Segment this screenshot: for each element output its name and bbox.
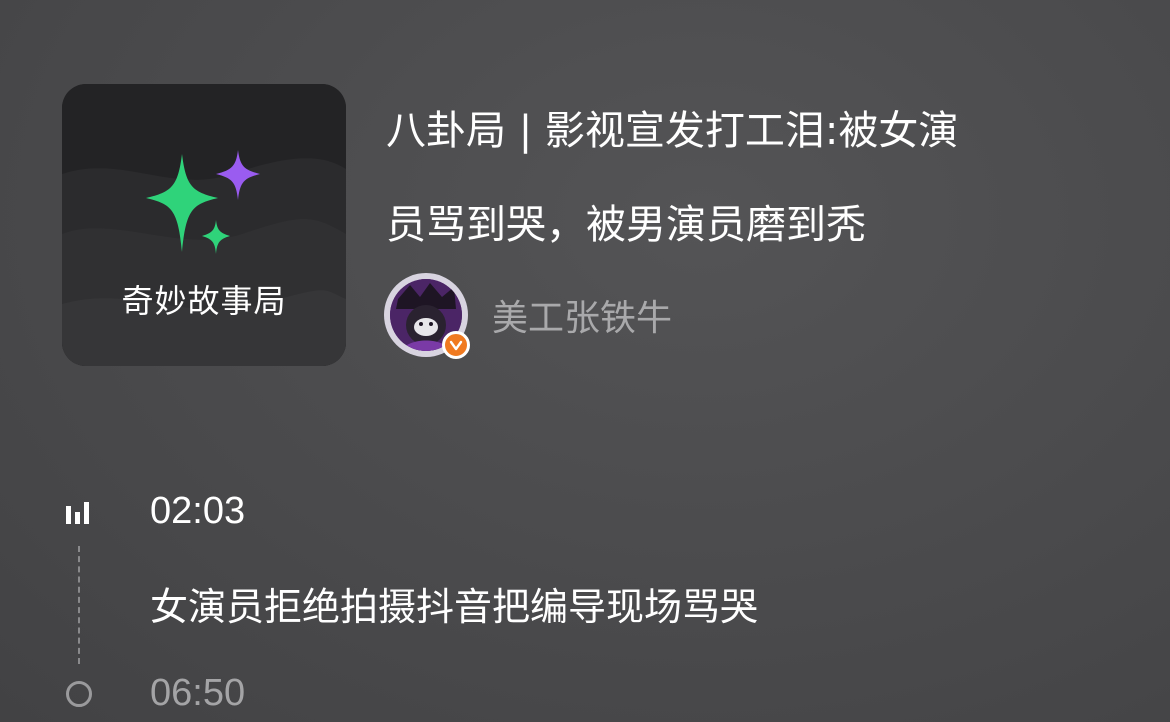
episode-title-line-1: 八卦局 | 影视宣发打工泪:被女演	[386, 108, 959, 154]
avatar[interactable]	[384, 273, 470, 359]
chapter-timestamp[interactable]: 02:03	[150, 490, 245, 533]
chapter-timestamp[interactable]: 06:50	[150, 672, 245, 715]
podcast-episode-card: 奇妙故事局 八卦局 | 影视宣发打工泪:被女演 员骂到哭，被男演员磨到秃 美工张…	[0, 0, 1170, 722]
author-row[interactable]: 美工张铁牛	[384, 272, 672, 359]
cover-title: 奇妙故事局	[121, 282, 287, 320]
episode-title-line-2: 员骂到哭，被男演员磨到秃	[386, 202, 866, 248]
timeline-connector	[78, 546, 80, 664]
circle-icon	[66, 681, 92, 707]
chapter-description[interactable]: 女演员拒绝拍摄抖音把编导现场骂哭	[150, 576, 758, 631]
audio-playing-bars-icon	[66, 502, 89, 524]
podcast-cover[interactable]: 奇妙故事局	[62, 84, 346, 366]
author-name[interactable]: 美工张铁牛	[492, 289, 672, 341]
episode-title: 八卦局 | 影视宣发打工泪:被女演 员骂到哭，被男演员磨到秃	[386, 84, 1126, 272]
verified-check-icon	[442, 331, 470, 359]
sparkle-icon	[146, 150, 260, 254]
